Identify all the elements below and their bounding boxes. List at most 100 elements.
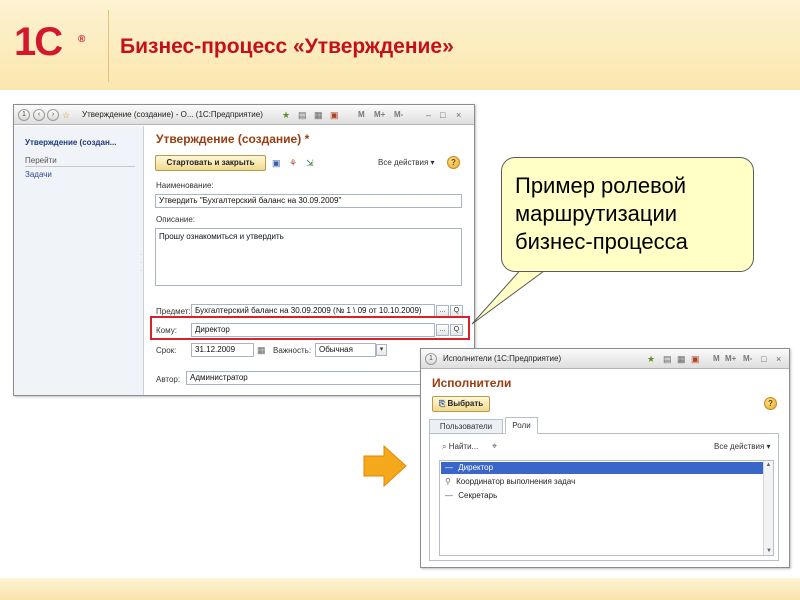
find-button[interactable]: ⌕ Найти...	[442, 442, 478, 452]
window-menu-icon[interactable]: 1	[18, 109, 30, 121]
main-window-title: Утверждение (создание) - О... (1С:Предпр…	[82, 110, 263, 119]
roles-list: — Директор ⚲ Координатор выполнения зада…	[439, 460, 774, 556]
list-scrollbar[interactable]: ▲ ▼	[763, 461, 773, 555]
add-favorite-icon[interactable]: ★	[647, 353, 655, 365]
memory-minus-button[interactable]: M-	[394, 110, 403, 119]
description-label: Описание:	[156, 215, 196, 224]
executors-window: 1 Исполнители (1С:Предприятие) ★ ▤ ▦ ▣ M…	[420, 348, 790, 568]
route-icon[interactable]: ⚘	[289, 157, 297, 169]
print-icon[interactable]: ▤	[663, 353, 672, 365]
all-actions-menu[interactable]: Все действия ▾	[714, 442, 771, 451]
slide-footer	[0, 578, 800, 600]
due-date-field[interactable]: 31.12.2009	[191, 343, 254, 357]
due-label: Срок:	[156, 346, 177, 355]
name-field[interactable]: Утвердить "Бухгалтерский баланс на 30.09…	[155, 194, 462, 208]
save-icon[interactable]: ▣	[272, 157, 281, 169]
tab-roles-label: Роли	[512, 421, 531, 430]
all-actions-label: Все действия	[714, 442, 765, 451]
memory-plus-button[interactable]: M+	[374, 110, 385, 119]
to-field-highlight	[150, 316, 470, 340]
importance-label: Важность:	[273, 346, 312, 355]
header-divider	[108, 10, 109, 82]
slide-header: 1С ® Бизнес-процесс «Утверждение»	[0, 0, 800, 90]
subject-label: Предмет:	[156, 307, 191, 316]
list-item[interactable]: ⚲ Координатор выполнения задач	[441, 476, 763, 488]
arrow-right-icon	[363, 444, 407, 488]
close-icon[interactable]: ×	[776, 353, 781, 365]
close-icon[interactable]: ×	[456, 109, 461, 121]
minimize-icon[interactable]: –	[426, 109, 431, 121]
print-icon[interactable]: ▤	[298, 109, 307, 121]
executors-window-title: Исполнители (1С:Предприятие)	[443, 354, 562, 363]
select-button[interactable]: ⎘ Выбрать	[432, 396, 490, 412]
role-with-data-icon: ⚲	[445, 477, 451, 486]
chevron-down-icon: ▾	[766, 442, 771, 451]
splitter-handle[interactable]: · · ·	[140, 251, 142, 275]
slide-title: Бизнес-процесс «Утверждение»	[120, 35, 454, 58]
window-menu-icon[interactable]: 1	[425, 353, 437, 365]
main-window: 1 ‹ › ☆ Утверждение (создание) - О... (1…	[13, 104, 475, 396]
select-icon: ⎘	[438, 399, 446, 408]
sidebar: Утверждение (создан... Перейти Задачи · ·…	[14, 126, 144, 395]
sidebar-section-go: Перейти	[25, 156, 57, 165]
callout-pointer-cover	[520, 262, 560, 271]
all-actions-menu[interactable]: Все действия ▾	[378, 158, 435, 167]
importance-field[interactable]: Обычная	[315, 343, 376, 357]
find-label: Найти...	[448, 442, 479, 451]
table-icon[interactable]: ▦	[314, 109, 323, 121]
start-icon[interactable]: ⇲	[306, 157, 314, 169]
memory-minus-button[interactable]: M-	[743, 354, 752, 363]
list-item[interactable]: — Секретарь	[441, 490, 763, 502]
sidebar-divider	[25, 166, 135, 167]
all-actions-label: Все действия	[378, 158, 429, 167]
memory-plus-button[interactable]: M+	[725, 354, 736, 363]
memory-button[interactable]: M	[713, 354, 720, 363]
author-label: Автор:	[156, 375, 181, 384]
calendar-icon[interactable]: ▣	[691, 353, 700, 365]
tab-users[interactable]: Пользователи	[429, 419, 503, 433]
scroll-up-icon[interactable]: ▲	[764, 461, 773, 469]
callout-line-3: бизнес-процесса	[515, 229, 688, 254]
role-icon: —	[445, 491, 453, 500]
executors-heading: Исполнители	[432, 376, 512, 390]
importance-dropdown[interactable]: ▾	[376, 344, 387, 356]
calendar-picker-icon[interactable]: ▦	[257, 344, 266, 356]
description-field[interactable]: Прошу ознакомиться и утвердить	[155, 228, 462, 286]
list-item[interactable]: — Директор	[441, 462, 763, 474]
callout-line-1: Пример ролевой	[515, 173, 687, 198]
sidebar-item-tasks[interactable]: Задачи	[25, 170, 52, 179]
logo-1c: 1С ®	[14, 20, 85, 64]
calendar-icon[interactable]: ▣	[330, 109, 339, 121]
callout-box: Пример ролевой маршрутизации бизнес-проц…	[501, 157, 754, 272]
chevron-down-icon: ▾	[430, 158, 435, 167]
scroll-down-icon[interactable]: ▼	[764, 547, 774, 555]
restore-icon[interactable]: □	[440, 109, 445, 121]
memory-button[interactable]: M	[358, 110, 365, 119]
back-icon[interactable]: ‹	[33, 109, 45, 121]
main-window-titlebar: 1 ‹ › ☆ Утверждение (создание) - О... (1…	[14, 105, 474, 125]
add-favorite-icon[interactable]: ★	[282, 109, 290, 121]
role-name: Секретарь	[458, 491, 498, 500]
help-icon[interactable]: ?	[447, 156, 460, 169]
favorite-star-icon[interactable]: ☆	[62, 109, 70, 121]
select-button-label: Выбрать	[447, 399, 484, 408]
registered-mark: ®	[78, 34, 86, 45]
tab-users-label: Пользователи	[439, 422, 493, 431]
forward-icon[interactable]: ›	[47, 109, 59, 121]
sidebar-title[interactable]: Утверждение (создан...	[25, 138, 116, 147]
table-icon[interactable]: ▦	[677, 353, 686, 365]
tab-roles[interactable]: Роли	[505, 417, 538, 434]
role-icon: —	[445, 463, 453, 472]
logo-text: 1С	[14, 20, 63, 64]
cancel-search-icon[interactable]: ⌖	[492, 440, 497, 452]
role-name: Директор	[458, 463, 494, 472]
executors-window-titlebar: 1 Исполнители (1С:Предприятие) ★ ▤ ▦ ▣ M…	[421, 349, 789, 369]
callout-line-2: маршрутизации	[515, 201, 678, 226]
form-title: Утверждение (создание) *	[156, 132, 310, 146]
role-name: Координатор выполнения задач	[456, 477, 576, 486]
search-icon: ⌕	[442, 442, 447, 451]
help-icon[interactable]: ?	[764, 397, 777, 410]
start-and-close-button[interactable]: Стартовать и закрыть	[155, 155, 266, 171]
name-label: Наименование:	[156, 181, 214, 190]
restore-icon[interactable]: □	[761, 353, 766, 365]
